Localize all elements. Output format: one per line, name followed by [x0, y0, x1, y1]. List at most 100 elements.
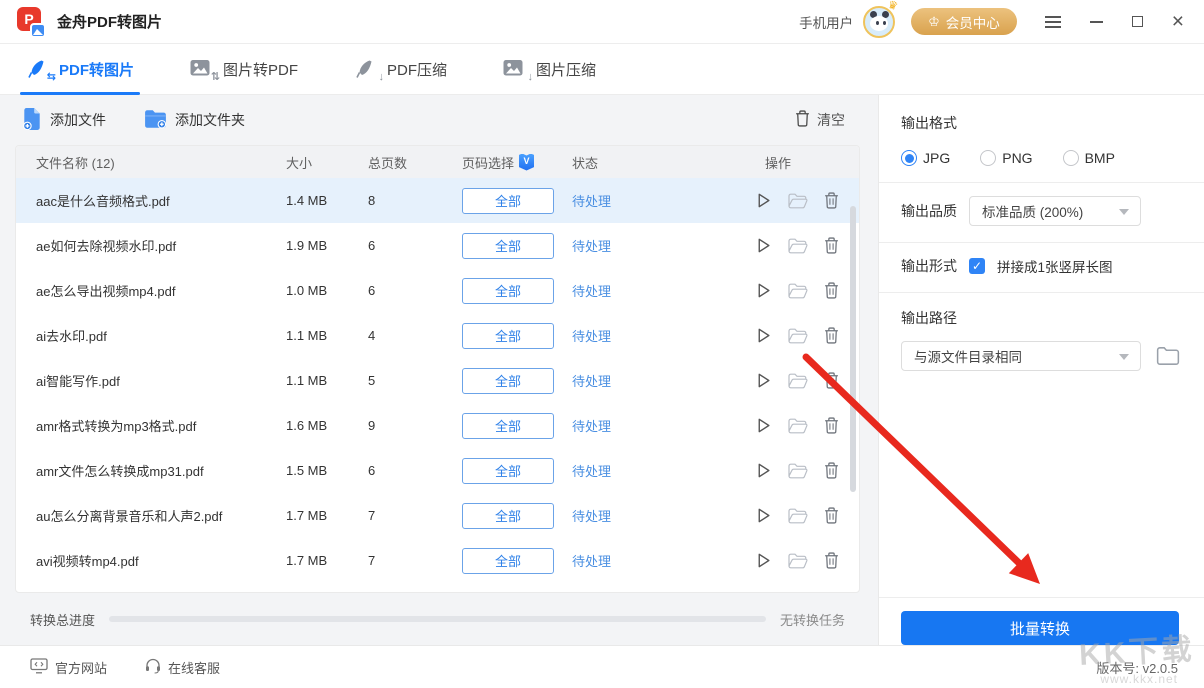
open-folder-icon[interactable] — [788, 373, 808, 389]
official-site-link[interactable]: 官方网站 — [30, 658, 107, 677]
play-icon[interactable] — [755, 192, 772, 209]
file-status: 待处理 — [572, 371, 672, 390]
menu-icon[interactable] — [1045, 16, 1061, 28]
page-select-button[interactable]: 全部 — [462, 233, 554, 259]
clear-button[interactable]: 清空 — [795, 110, 845, 130]
table-row[interactable]: ai去水印.pdf1.1 MB4全部待处理 — [16, 313, 859, 358]
tab-image-compress[interactable]: ↓图片压缩 — [497, 44, 602, 94]
toolbar: 添加文件 添加文件夹 清空 — [0, 95, 878, 145]
open-folder-icon[interactable] — [788, 238, 808, 254]
vip-center-button[interactable]: ♔ 会员中心 — [911, 8, 1017, 35]
file-size: 1.5 MB — [286, 463, 368, 478]
open-folder-icon[interactable] — [788, 463, 808, 479]
play-icon[interactable] — [755, 282, 772, 299]
output-path-select[interactable]: 与源文件目录相同 — [901, 341, 1141, 371]
page-select-button[interactable]: 全部 — [462, 188, 554, 214]
file-size: 1.6 MB — [286, 418, 368, 433]
online-support-link[interactable]: 在线客服 — [145, 658, 220, 677]
add-folder-button[interactable]: 添加文件夹 — [144, 109, 245, 132]
user-avatar[interactable]: ♛ — [863, 6, 895, 38]
page-select-button[interactable]: 全部 — [462, 413, 554, 439]
file-status: 待处理 — [572, 551, 672, 570]
progress-label: 转换总进度 — [30, 610, 95, 629]
play-icon[interactable] — [755, 237, 772, 254]
file-status: 待处理 — [572, 416, 672, 435]
footer: 官方网站 在线客服 版本号: v2.0.5 — [0, 645, 1204, 688]
file-size: 1.0 MB — [286, 283, 368, 298]
delete-icon[interactable] — [824, 327, 839, 344]
header-size: 大小 — [286, 153, 368, 172]
play-icon[interactable] — [755, 462, 772, 479]
table-row[interactable]: au怎么分离背景音乐和人声2.pdf1.7 MB7全部待处理 — [16, 493, 859, 538]
table-header: 文件名称 (12) 大小 总页数 页码选择 V 状态 操作 — [16, 146, 859, 178]
play-icon[interactable] — [755, 417, 772, 434]
open-folder-icon[interactable] — [788, 283, 808, 299]
headset-icon — [145, 658, 161, 677]
table-row[interactable]: 全部 — [16, 583, 859, 593]
delete-icon[interactable] — [824, 507, 839, 524]
crown-icon: ♔ — [928, 15, 940, 28]
tab-pdf-compress[interactable]: ↓PDF压缩 — [348, 44, 453, 94]
delete-icon[interactable] — [824, 417, 839, 434]
format-radio-bmp[interactable]: BMP — [1063, 150, 1115, 166]
file-pages: 5 — [368, 373, 444, 388]
open-folder-icon[interactable] — [788, 553, 808, 569]
add-folder-icon — [144, 109, 167, 132]
close-icon[interactable]: × — [1172, 15, 1184, 29]
table-row[interactable]: amr格式转换为mp3格式.pdf1.6 MB9全部待处理 — [16, 403, 859, 448]
play-icon[interactable] — [755, 372, 772, 389]
page-select-button[interactable]: 全部 — [462, 368, 554, 394]
format-radio-jpg[interactable]: JPG — [901, 150, 950, 166]
chevron-down-icon — [1119, 354, 1129, 360]
play-icon[interactable] — [755, 507, 772, 524]
output-form-label: 输出形式 — [901, 256, 957, 276]
table-row[interactable]: ae如何去除视频水印.pdf1.9 MB6全部待处理 — [16, 223, 859, 268]
output-format-options: JPG PNG BMP — [901, 150, 1180, 166]
delete-icon[interactable] — [824, 282, 839, 299]
page-select-button[interactable]: 全部 — [462, 323, 554, 349]
radio-icon — [901, 150, 917, 166]
scrollbar-thumb[interactable] — [850, 206, 856, 492]
delete-icon[interactable] — [824, 462, 839, 479]
play-icon[interactable] — [755, 552, 772, 569]
trash-icon — [795, 110, 810, 130]
add-file-button[interactable]: 添加文件 — [22, 108, 106, 133]
file-name: ai智能写作.pdf — [16, 371, 286, 390]
header-status: 状态 — [572, 153, 672, 172]
batch-convert-button[interactable]: 批量转换 — [901, 611, 1179, 645]
page-select-button[interactable]: 全部 — [462, 548, 554, 574]
stitch-checkbox[interactable]: ✓ — [969, 258, 985, 274]
open-folder-icon[interactable] — [788, 508, 808, 524]
delete-icon[interactable] — [824, 552, 839, 569]
page-select-button[interactable]: 全部 — [462, 593, 554, 594]
table-row[interactable]: aac是什么音频格式.pdf1.4 MB8全部待处理 — [16, 178, 859, 223]
table-row[interactable]: ai智能写作.pdf1.1 MB5全部待处理 — [16, 358, 859, 403]
page-select-button[interactable]: 全部 — [462, 458, 554, 484]
tab-bar: ⇆PDF转图片 ⇅图片转PDF ↓PDF压缩 ↓图片压缩 — [0, 44, 1204, 95]
open-folder-icon[interactable] — [788, 193, 808, 209]
stitch-checkbox-label: 拼接成1张竖屏长图 — [997, 256, 1113, 276]
output-quality-select[interactable]: 标准品质 (200%) — [969, 196, 1141, 226]
open-folder-icon[interactable] — [788, 328, 808, 344]
delete-icon[interactable] — [824, 372, 839, 389]
page-select-button[interactable]: 全部 — [462, 503, 554, 529]
table-row[interactable]: ae怎么导出视频mp4.pdf1.0 MB6全部待处理 — [16, 268, 859, 313]
play-icon[interactable] — [755, 327, 772, 344]
file-size: 1.9 MB — [286, 238, 368, 253]
format-radio-png[interactable]: PNG — [980, 150, 1032, 166]
minimize-icon[interactable] — [1090, 21, 1103, 23]
maximize-icon[interactable] — [1132, 16, 1143, 27]
tab-image-to-pdf[interactable]: ⇅图片转PDF — [184, 44, 304, 94]
tab-pdf-to-image[interactable]: ⇆PDF转图片 — [20, 44, 140, 94]
file-size: 1.4 MB — [286, 193, 368, 208]
delete-icon[interactable] — [824, 192, 839, 209]
delete-icon[interactable] — [824, 237, 839, 254]
open-folder-icon[interactable] — [788, 418, 808, 434]
page-select-button[interactable]: 全部 — [462, 278, 554, 304]
browse-folder-icon[interactable] — [1156, 346, 1180, 366]
table-row[interactable]: amr文件怎么转换成mp31.pdf1.5 MB6全部待处理 — [16, 448, 859, 493]
table-row[interactable]: avi视频转mp4.pdf1.7 MB7全部待处理 — [16, 538, 859, 583]
output-path-label: 输出路径 — [901, 308, 1180, 328]
header-actions: 操作 — [672, 153, 859, 172]
file-size: 1.7 MB — [286, 553, 368, 568]
